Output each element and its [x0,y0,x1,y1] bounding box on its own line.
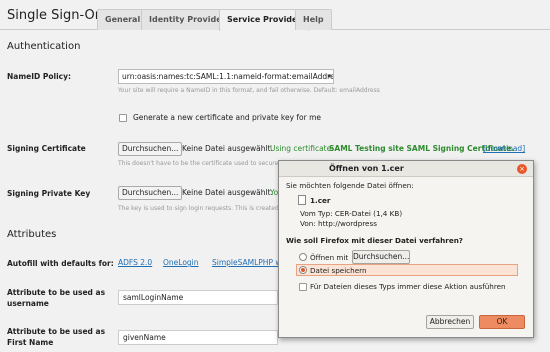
autofill-simplesamlphp-link[interactable]: SimpleSAMLPHP w [212,258,282,267]
using-certificate-label: Using certificate: [270,144,334,153]
nameid-policy-value: urn:oasis:names:tc:SAML:1.1:nameid-forma… [122,72,334,81]
generate-cert-checkbox[interactable] [119,114,127,122]
username-attribute-input[interactable]: samlLoginName [118,290,278,305]
save-file-radio[interactable] [299,266,307,274]
autofill-adfs-link[interactable]: ADFS 2.0 [118,258,152,267]
always-do-this-checkbox[interactable] [299,283,307,291]
download-cert-link[interactable]: [download] [483,144,525,153]
nameid-policy-select[interactable]: urn:oasis:names:tc:SAML:1.1:nameid-forma… [118,69,334,84]
autofill-label: Autofill with defaults for: [7,259,114,268]
key-help-text: The key is used to sign login requests. … [118,205,290,212]
always-do-this-label: Für Dateien dieses Typs immer diese Akti… [310,282,506,291]
dialog-file-type: Vom Typ: CER-Datei (1,4 KB) [300,209,403,218]
dialog-filename: 1.cer [310,196,331,205]
nameid-help-text: Your site will require a NameID in this … [118,87,380,94]
username-attribute-label: Attribute to be used as username [7,288,106,308]
close-icon[interactable]: × [517,164,527,174]
dialog-title: Öffnen von 1.cer [329,164,404,173]
firstname-attribute-label: Attribute to be used as First Name [7,327,106,347]
dialog-titlebar[interactable] [279,161,533,177]
open-with-radio[interactable] [299,253,307,261]
cert-browse-button[interactable]: Durchsuchen... [118,142,183,156]
dialog-question: Wie soll Firefox mit dieser Datei verfah… [286,236,463,245]
dialog-file-source: Von: http://wordpress [300,219,377,228]
generate-cert-label: Generate a new certificate and private k… [133,113,322,122]
page-title: Single Sign-On [7,8,103,23]
open-with-browse-button[interactable]: Durchsuchen... [352,250,410,264]
dialog-prompt: Sie möchten folgende Datei öffnen: [286,181,414,190]
authentication-heading: Authentication [7,41,81,52]
file-icon [298,195,306,205]
key-browse-button[interactable]: Durchsuchen... [118,186,183,200]
open-with-label: Öffnen mit [310,253,349,262]
open-file-dialog: Öffnen von 1.cer × Sie möchten folgende … [278,160,534,338]
signing-certificate-label: Signing Certificate [7,144,86,153]
tab-help[interactable]: Help [295,9,332,30]
signing-private-key-label: Signing Private Key [7,189,91,198]
save-file-label: Datei speichern [310,266,367,275]
firstname-attribute-input[interactable]: givenName [118,330,278,345]
cert-no-file-text: Keine Datei ausgewählt. [182,144,273,153]
attributes-heading: Attributes [7,229,57,240]
key-no-file-text: Keine Datei ausgewählt. [182,188,273,197]
key-status-text: Yo [270,188,279,197]
ok-button[interactable]: OK [479,315,525,329]
nameid-policy-label: NameID Policy: [7,72,71,81]
cancel-button[interactable]: Abbrechen [426,315,474,329]
cert-help-text: This doesn't have to be the certificate … [118,160,288,167]
autofill-onelogin-link[interactable]: OneLogin [163,258,199,267]
chevron-down-icon: ▾ [327,72,331,80]
